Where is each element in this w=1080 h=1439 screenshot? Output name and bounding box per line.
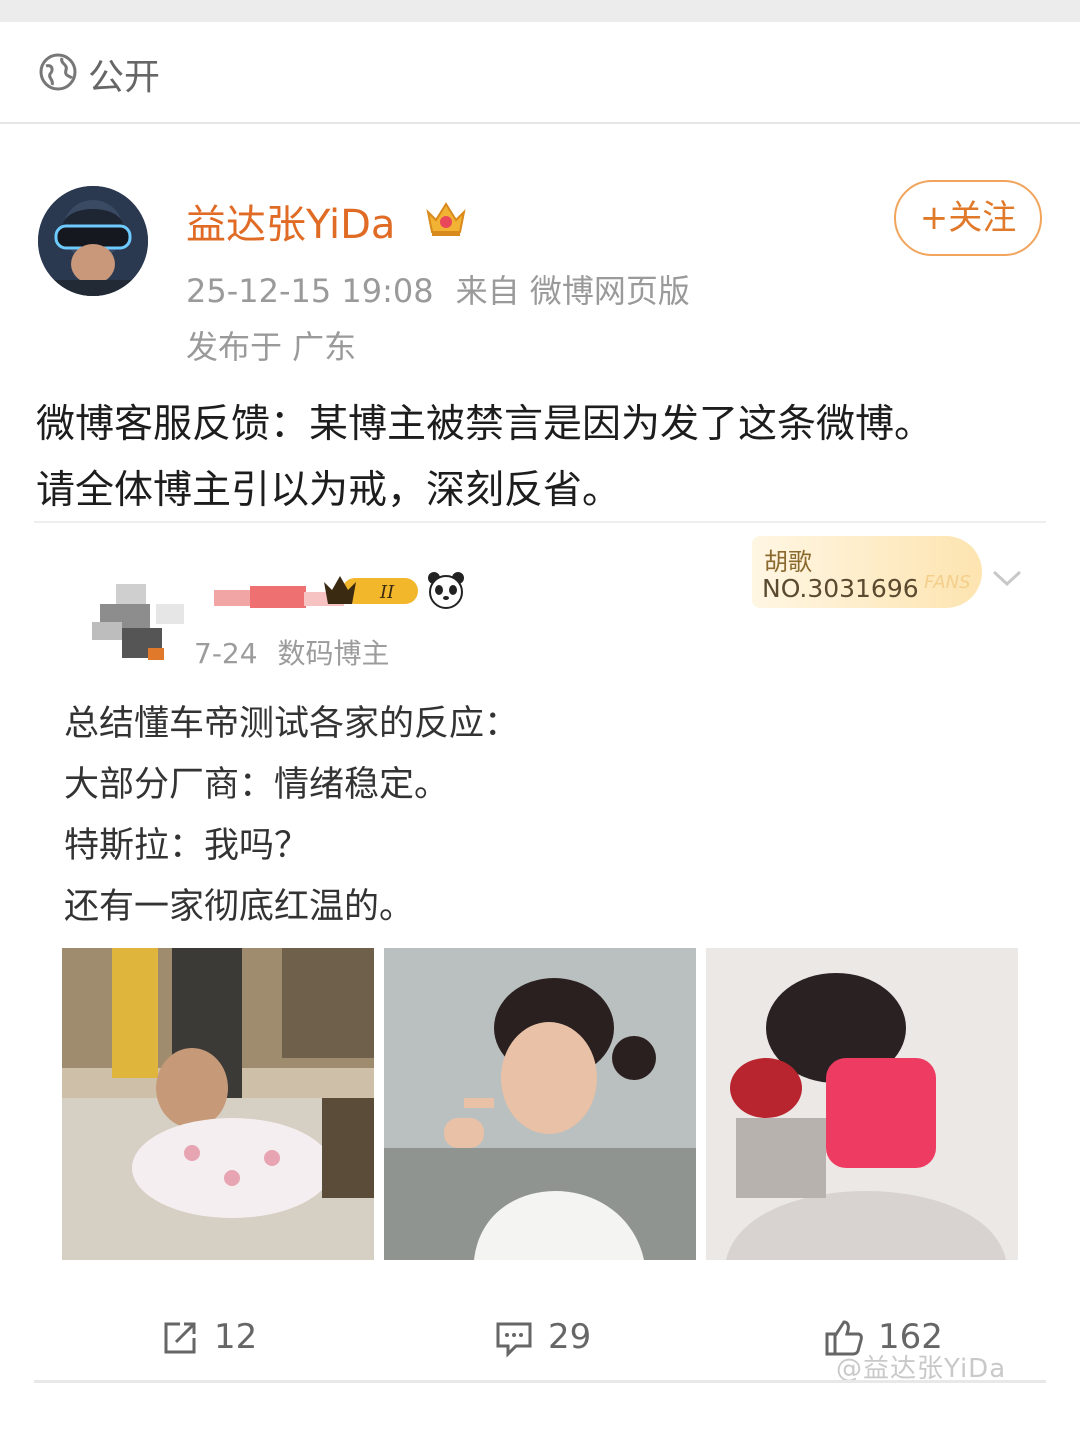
photo-thumbnail[interactable]	[384, 948, 696, 1260]
fans-card-tag: FANS	[924, 572, 971, 593]
embedded-date: 7-24	[194, 637, 258, 670]
avatar[interactable]	[38, 186, 148, 296]
embedded-text-line: 特斯拉：我吗？	[64, 826, 310, 866]
top-strip	[0, 0, 1080, 22]
post-timestamp: 25-12-15 19:08	[186, 272, 434, 310]
embedded-meta: 7-24 数码博主	[194, 632, 410, 672]
panda-icon	[428, 572, 464, 609]
photo-image	[706, 948, 1018, 1260]
svg-text:II: II	[379, 582, 395, 603]
post-text-line: 微博客服反馈：某博主被禁言是因为发了这条微博。	[36, 402, 934, 447]
fans-card-number: NO.3031696	[762, 574, 919, 603]
photo-image	[384, 948, 696, 1260]
visibility-label[interactable]: 公开	[88, 48, 160, 100]
post-text: 微博客服反馈：某博主被禁言是因为发了这条微博。 请全体博主引以为戒，深刻反省。	[36, 392, 1056, 524]
divider	[34, 521, 1046, 523]
chevron-down-icon[interactable]	[990, 566, 1024, 590]
comment-icon	[496, 1322, 532, 1358]
post-source: 来自 微博网页版	[455, 272, 690, 310]
globe-icon	[39, 53, 77, 91]
embedded-screenshot[interactable]: II 7-24 数码博主 胡歌 NO.3031696 FANS 总结懂车帝测试各家…	[34, 530, 1046, 1270]
comment-count: 29	[548, 1317, 592, 1357]
photo-thumbnail[interactable]	[706, 948, 1018, 1260]
share-icon	[164, 1322, 196, 1354]
avatar-image	[38, 186, 148, 296]
embedded-text-line: 总结懂车帝测试各家的反应：	[64, 704, 520, 744]
visibility-header: 公开	[0, 22, 1080, 124]
author-name[interactable]: 益达张YiDa	[186, 192, 395, 250]
embedded-text-line: 还有一家彻底红温的。	[64, 887, 415, 927]
embedded-text: 总结懂车帝测试各家的反应： 大部分厂商：情绪稳定。 特斯拉：我吗？ 还有一家彻底…	[64, 694, 519, 938]
photo-image	[62, 948, 374, 1260]
embedded-text-line: 大部分厂商：情绪稳定。	[64, 765, 450, 805]
divider	[34, 1380, 1046, 1383]
follow-button[interactable]: +关注	[894, 180, 1042, 256]
embedded-role: 数码博主	[277, 637, 390, 670]
level-badge-icon: II	[324, 576, 418, 604]
post-text-line: 请全体博主引以为戒，深刻反省。	[36, 468, 622, 513]
post-location: 发布于 广东	[186, 328, 357, 366]
repost-count: 12	[214, 1317, 258, 1357]
fans-card-name: 胡歌	[764, 548, 812, 576]
blurred-avatar-image	[92, 584, 184, 660]
photo-thumbnail[interactable]	[62, 948, 374, 1260]
fans-card[interactable]: 胡歌 NO.3031696 FANS	[752, 536, 982, 608]
post-meta: 25-12-15 19:08 来自 微博网页版	[186, 266, 712, 312]
photo-grid	[62, 948, 1022, 1260]
crown-icon	[426, 202, 466, 236]
